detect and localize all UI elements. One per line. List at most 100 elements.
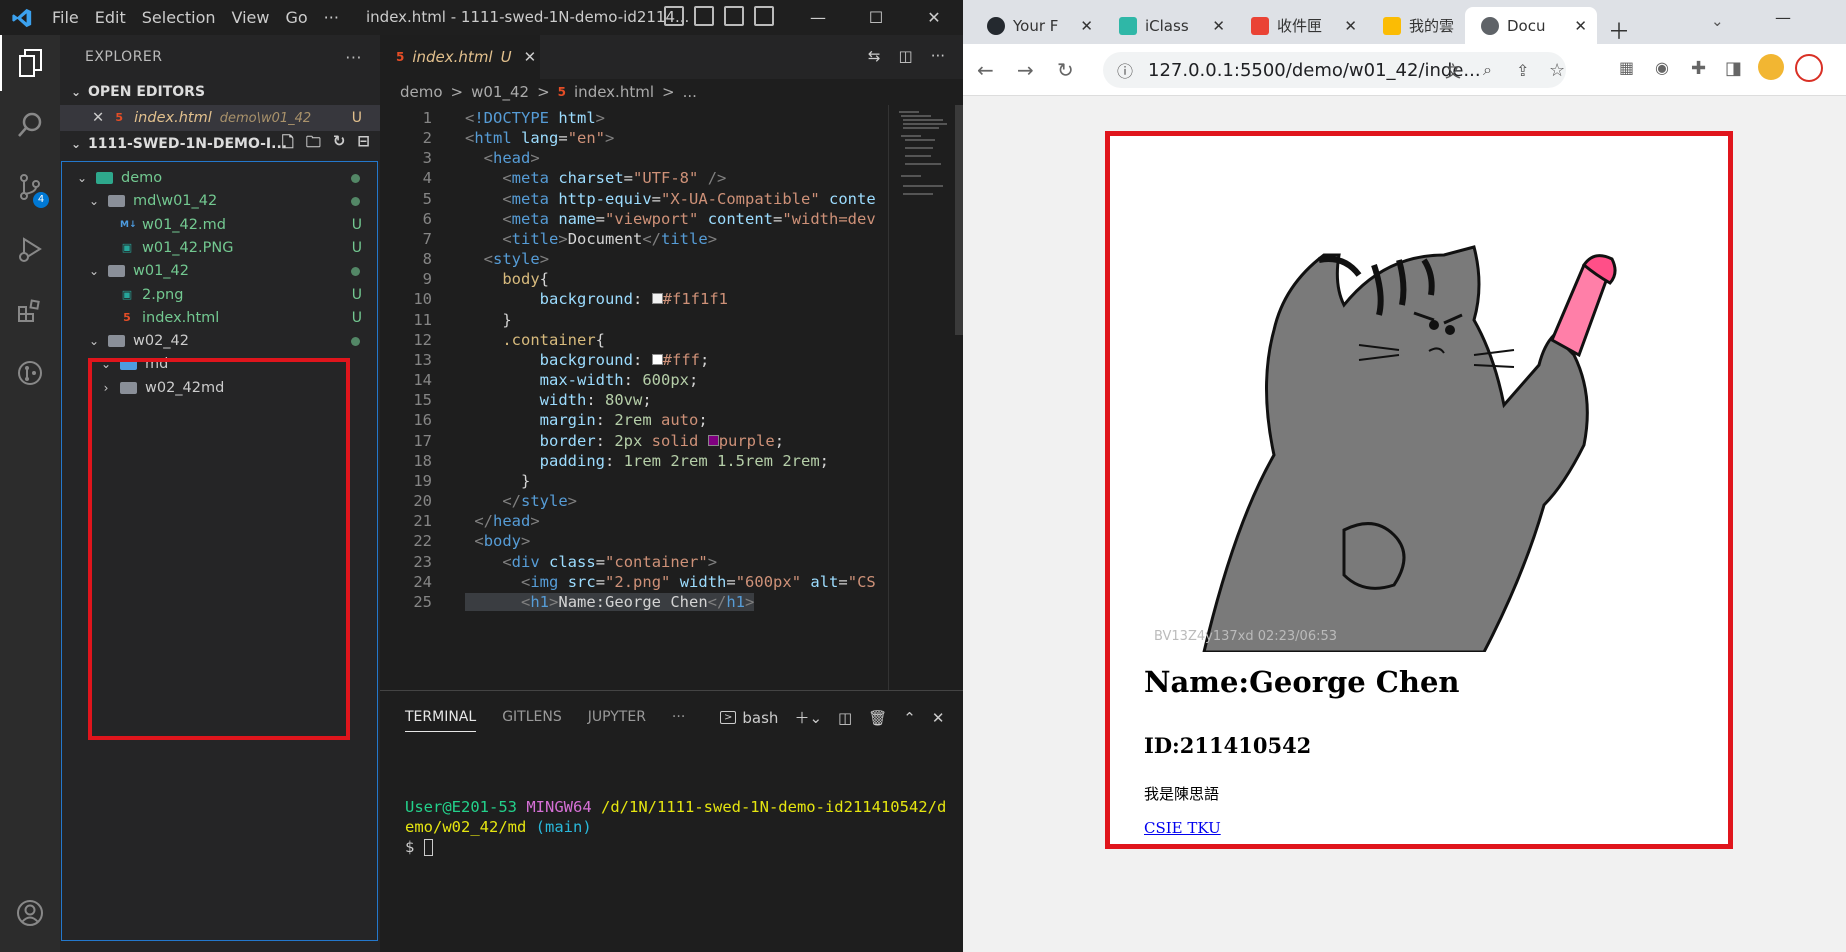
explorer-title: EXPLORER ··· [85, 47, 362, 67]
browser-tab-gmail[interactable]: 收件匣 ✕ [1235, 7, 1367, 44]
tree-item[interactable]: ▣ w01_42.PNG U [60, 235, 380, 261]
line-number: 23 [413, 553, 432, 571]
site-info-icon[interactable]: ⓘ [1117, 58, 1133, 82]
line-number: 2 [422, 129, 432, 147]
maximize-icon[interactable]: ☐ [847, 0, 905, 35]
open-changes-icon[interactable]: ⇆ [868, 47, 881, 65]
translate-icon[interactable]: 文 [1445, 58, 1461, 82]
toggle-panel-icon[interactable] [694, 6, 714, 26]
panel-more[interactable]: ··· [672, 709, 685, 732]
close-tab-icon[interactable]: ✕ [1344, 17, 1357, 35]
new-terminal-icon[interactable]: ＋⌄ [794, 707, 822, 728]
toggle-secondary-sidebar-icon[interactable] [724, 6, 744, 26]
terminal-output[interactable]: User@E201-53 MINGW64 /d/1N/1111-swed-1N-… [405, 777, 946, 857]
terminal-panel: TERMINAL GITLENS JUPYTER ··· > bash ＋⌄ ◫… [380, 690, 963, 952]
tree-item[interactable]: ⌄ w01_42 [60, 258, 380, 284]
new-folder-icon[interactable]: 🗀 [306, 132, 321, 157]
menu-selection[interactable]: Selection [142, 8, 216, 27]
run-debug-icon[interactable] [0, 221, 60, 277]
tree-item[interactable]: M↓ w01_42.md U [60, 212, 380, 238]
search-icon[interactable] [0, 97, 60, 153]
menu-edit[interactable]: Edit [95, 8, 126, 27]
explorer-icon[interactable] [0, 35, 60, 91]
page-link[interactable]: CSIE TKU [1144, 819, 1221, 837]
gitlens-icon[interactable] [0, 345, 60, 401]
more-actions-icon[interactable]: ··· [931, 47, 945, 65]
refresh-icon[interactable]: ↻ [333, 132, 346, 157]
accounts-icon[interactable] [0, 885, 60, 941]
close-tab-icon[interactable]: ✕ [1080, 17, 1093, 35]
browser-tab-iclass[interactable]: iClass ✕ [1103, 7, 1235, 44]
source-control-icon[interactable]: 4 [0, 159, 60, 215]
new-tab-icon[interactable]: ＋ [1608, 14, 1630, 46]
collapse-all-icon[interactable]: ⊟ [357, 132, 370, 157]
kill-terminal-icon[interactable]: 🗑 [868, 709, 887, 727]
reload-icon[interactable]: ↻ [1057, 58, 1074, 82]
editor-scrollbar[interactable] [955, 105, 963, 335]
minimize-icon[interactable]: — [1775, 8, 1791, 27]
vscode-logo-icon[interactable] [0, 0, 44, 35]
tab-index-html[interactable]: 5 index.html U ✕ [380, 35, 540, 79]
line-number: 17 [413, 432, 432, 450]
extension-icon[interactable]: ▦ [1619, 58, 1634, 77]
close-tab-icon[interactable]: ✕ [524, 48, 537, 66]
extensions-puzzle-icon[interactable]: ✚ [1691, 58, 1706, 79]
explorer-more-icon[interactable]: ··· [345, 48, 362, 67]
breadcrumb-item[interactable]: w01_42 [471, 83, 529, 101]
zoom-icon[interactable]: ⌕ [1483, 60, 1492, 80]
new-file-icon[interactable]: 🗋 [282, 132, 294, 157]
tab-terminal[interactable]: TERMINAL [405, 709, 477, 732]
tree-item[interactable]: 5 index.html U [60, 305, 380, 331]
folder-icon [96, 172, 113, 184]
address-bar[interactable]: ⓘ 127.0.0.1:5500/demo/w01_42/inde... 文 ⌕… [1103, 52, 1566, 88]
git-status-badge: U [351, 239, 362, 256]
close-tab-icon[interactable]: ✕ [1212, 17, 1225, 35]
tree-item[interactable]: ⌄ md\w01_42 [60, 188, 380, 214]
tab-gitlens[interactable]: GITLENS [502, 709, 562, 732]
terminal-shell-label[interactable]: bash [742, 709, 778, 727]
close-icon[interactable]: ✕ [905, 0, 963, 35]
markdown-file-icon: M↓ [120, 219, 137, 230]
breadcrumb-item[interactable]: index.html [574, 83, 654, 101]
breadcrumb-item[interactable]: demo [400, 83, 443, 101]
maximize-panel-icon[interactable]: ⌃ [903, 709, 916, 727]
share-icon[interactable]: ⇪ [1516, 61, 1529, 80]
browser-tab-document[interactable]: Docu ✕ [1465, 7, 1597, 44]
toggle-sidebar-icon[interactable] [664, 6, 684, 26]
open-editor-item[interactable]: ✕ 5 index.html demo\w01_42 U [60, 105, 380, 131]
close-editor-icon[interactable]: ✕ [92, 110, 104, 126]
menu-more[interactable]: ··· [324, 8, 339, 27]
workspace-header[interactable]: ⌄ 1111-SWED-1N-DEMO-I... 🗋 🗀 ↻ ⊟ [60, 131, 380, 157]
tab-search-icon[interactable]: ⌄ [1711, 12, 1724, 30]
tree-item[interactable]: ⌄ demo [60, 165, 380, 191]
tab-jupyter[interactable]: JUPYTER [588, 709, 646, 732]
open-editors-header[interactable]: ⌄ OPEN EDITORS [60, 79, 380, 105]
line-number: 5 [422, 190, 432, 208]
profile-avatar-icon[interactable] [1758, 54, 1784, 85]
code-line: <img src="2.png" width="600px" alt="CS [521, 573, 876, 591]
menu-view[interactable]: View [232, 8, 270, 27]
customize-layout-icon[interactable] [754, 6, 774, 26]
close-panel-icon[interactable]: ✕ [932, 709, 945, 727]
terminal-actions: > bash ＋⌄ ◫ 🗑 ⌃ ✕ [720, 707, 944, 728]
update-badge-icon[interactable] [1795, 54, 1823, 87]
side-panel-icon[interactable]: ◨ [1725, 58, 1742, 79]
chevron-down-icon: ⌄ [70, 137, 82, 151]
forward-icon[interactable]: → [1017, 58, 1034, 82]
bookmark-star-icon[interactable]: ☆ [1549, 60, 1565, 81]
extensions-icon[interactable] [0, 283, 60, 339]
browser-tab-github[interactable]: Your F ✕ [971, 7, 1103, 44]
extension-icon[interactable]: ◉ [1655, 58, 1669, 77]
tree-item[interactable]: ⌄ w02_42 [60, 328, 380, 354]
line-number: 1 [422, 109, 432, 127]
tree-item[interactable]: ▣ 2.png U [60, 282, 380, 308]
minimize-icon[interactable]: — [789, 0, 847, 35]
menu-file[interactable]: File [52, 8, 79, 27]
close-tab-icon[interactable]: ✕ [1574, 17, 1587, 35]
code-editor[interactable]: 1 2 3 4 5 6 7 8 9 10 11 12 13 14 15 16 17 18 19 20 21 22 23 24 2… [380, 105, 885, 690]
split-editor-icon[interactable]: ◫ [899, 47, 913, 65]
back-icon[interactable]: ← [977, 58, 994, 82]
minimap[interactable] [888, 105, 963, 690]
split-terminal-icon[interactable]: ◫ [838, 709, 852, 727]
menu-go[interactable]: Go [285, 8, 307, 27]
